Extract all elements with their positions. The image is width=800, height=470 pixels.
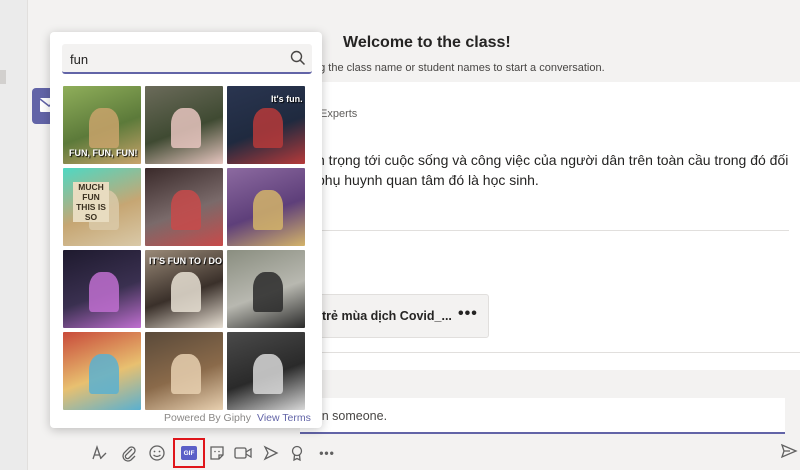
gif-search-input[interactable]: [70, 50, 270, 68]
post-text-line: phụ huynh quan tâm đó là học sinh.: [317, 172, 539, 188]
stream-icon[interactable]: [260, 442, 282, 464]
post-card: Experts n trọng tới cuộc sống và công vi…: [300, 82, 800, 352]
gif-figure: [89, 272, 119, 312]
gif-figure: [89, 108, 119, 148]
gif-result-tile[interactable]: FUN, FUN, FUN!: [63, 86, 141, 164]
divider: [319, 230, 789, 231]
powered-by-giphy: Powered By Giphy: [164, 412, 251, 424]
gif-result-tile[interactable]: MUCH FUN THIS IS SO: [63, 168, 141, 246]
compose-box[interactable]: ion someone.: [300, 398, 785, 434]
popup-footer: Powered By Giphy View Terms: [50, 412, 322, 428]
gif-result-tile[interactable]: [63, 332, 141, 410]
channel-title: Welcome to the class!: [343, 34, 511, 51]
gif-result-tile[interactable]: [227, 250, 305, 328]
emoji-icon[interactable]: [146, 442, 168, 464]
post-author: Experts: [320, 108, 358, 120]
post-text: n trọng tới cuộc sống và công việc của n…: [317, 150, 797, 190]
channel-subtitle: ng the class name or student names to st…: [313, 62, 605, 74]
gif-caption: It's fun.: [271, 94, 303, 104]
gif-caption: FUN, FUN, FUN!: [69, 148, 138, 158]
gif-result-tile[interactable]: [227, 168, 305, 246]
gif-figure: [253, 354, 283, 394]
gif-figure: [171, 272, 201, 312]
gif-icon[interactable]: GIF: [181, 446, 197, 460]
gif-result-tile[interactable]: IT'S FUN TO / DO BAD: [145, 250, 223, 328]
more-options-icon[interactable]: •••: [316, 442, 338, 464]
gif-result-tile[interactable]: [63, 250, 141, 328]
post-text-line: n trọng tới cuộc sống và công việc của n…: [317, 152, 789, 168]
channel-header: Welcome to the class! ng the class name …: [300, 26, 800, 86]
send-icon[interactable]: [780, 442, 800, 462]
praise-icon[interactable]: [286, 442, 308, 464]
gif-figure: [171, 190, 201, 230]
gif-figure: [253, 108, 283, 148]
gif-figure: [253, 190, 283, 230]
gif-result-tile[interactable]: It's fun.: [227, 86, 305, 164]
attachment-more-button[interactable]: •••: [458, 305, 478, 323]
reply-strip[interactable]: [300, 352, 800, 370]
gif-search-box[interactable]: [62, 44, 312, 74]
gif-button-highlight[interactable]: GIF: [173, 438, 205, 468]
attach-icon[interactable]: [118, 442, 140, 464]
search-icon[interactable]: [290, 50, 306, 66]
meet-now-icon[interactable]: [232, 442, 254, 464]
sticker-icon[interactable]: [206, 442, 228, 464]
rail-marker: [0, 70, 6, 84]
attachment-name: trẻ mùa dịch Covid_...: [322, 309, 452, 323]
gif-figure: [253, 272, 283, 312]
attachment-card[interactable]: trẻ mùa dịch Covid_... •••: [309, 294, 489, 338]
gif-results-grid: FUN, FUN, FUN! It's fun. MUCH FUN THIS IS …: [63, 86, 308, 414]
gif-caption: IT'S FUN TO / DO BAD: [149, 256, 223, 266]
gif-result-tile[interactable]: [145, 332, 223, 410]
view-terms-link[interactable]: View Terms: [257, 412, 311, 424]
format-icon[interactable]: [88, 442, 110, 464]
gif-figure: [171, 354, 201, 394]
gif-result-tile[interactable]: [145, 86, 223, 164]
compose-placeholder: ion someone.: [312, 409, 388, 423]
gif-figure: [171, 108, 201, 148]
left-rail: [0, 0, 28, 470]
gif-result-tile[interactable]: [145, 168, 223, 246]
gif-caption: MUCH FUN THIS IS SO: [73, 182, 109, 222]
compose-toolbar: GIF •••: [86, 438, 346, 468]
gif-figure: [89, 354, 119, 394]
gif-result-tile[interactable]: [227, 332, 305, 410]
gif-picker-popup: FUN, FUN, FUN! It's fun. MUCH FUN THIS IS …: [50, 32, 322, 428]
